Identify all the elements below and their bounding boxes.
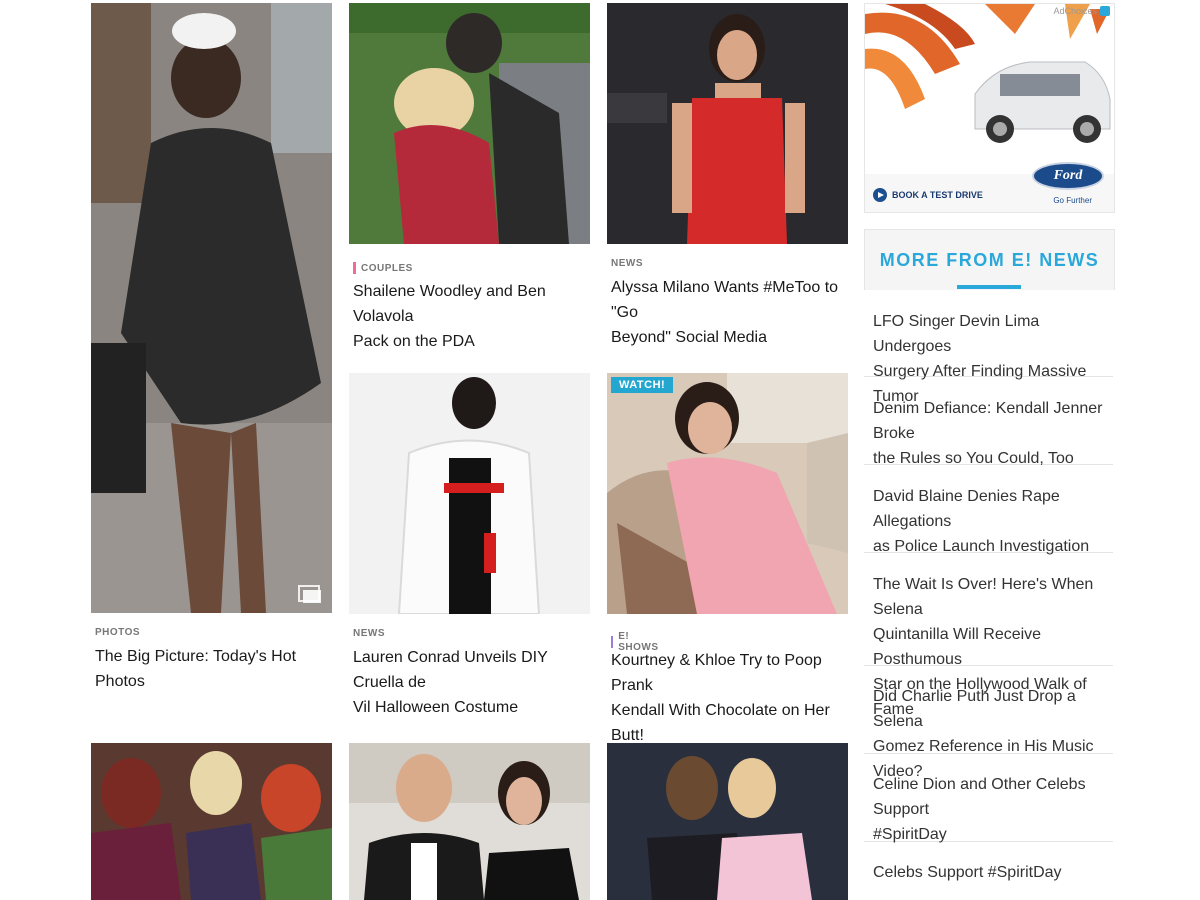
photo-placeholder	[91, 743, 332, 900]
story-photo[interactable]	[349, 373, 590, 614]
story-photo[interactable]: WATCH!	[607, 373, 848, 614]
story-headline[interactable]: The Big Picture: Today's Hot Photos	[95, 644, 330, 694]
story-photo-timberlake[interactable]	[349, 743, 590, 900]
photo-placeholder	[607, 3, 848, 244]
category-label: COUPLES	[353, 262, 413, 274]
more-from-title: MORE FROM E! NEWS	[879, 250, 1100, 270]
more-from-header: MORE FROM E! NEWS	[864, 229, 1115, 290]
sidebar-story-title: Celine Dion and Other Celebs Support #Spi…	[873, 776, 1086, 843]
ford-ad[interactable]: AdChoices BOOK A TEST DRIVE Ford Go Furt…	[864, 3, 1115, 213]
category-label: PHOTOS	[95, 627, 141, 638]
sidebar-story-link[interactable]: Denim Defiance: Kendall Jenner Broke the …	[864, 377, 1113, 467]
photo-placeholder	[349, 373, 590, 614]
sidebar-story-title: Denim Defiance: Kendall Jenner Broke the …	[873, 400, 1103, 467]
photo-placeholder	[607, 743, 848, 900]
photo-placeholder	[349, 3, 590, 244]
story-photo[interactable]	[349, 3, 590, 244]
category-label: NEWS	[353, 628, 385, 639]
sidebar-story-link[interactable]: The Wait Is Over! Here's When Selena Quin…	[864, 553, 1113, 718]
watch-badge: WATCH!	[611, 377, 674, 393]
sidebar-story-title: David Blaine Denies Rape Allegations as P…	[873, 488, 1090, 555]
sidebar-story-link[interactable]: Celine Dion and Other Celebs Support #Spi…	[864, 754, 1113, 843]
category-bar	[353, 262, 356, 274]
photo-placeholder	[607, 373, 848, 614]
sidebar-story-link[interactable]: Did Charlie Puth Just Drop a Selena Gomez…	[864, 666, 1113, 780]
category-bar	[611, 636, 614, 648]
adchoices-icon	[1100, 6, 1110, 16]
gallery-icon	[298, 585, 324, 605]
story-headline[interactable]: Shailene Woodley and Ben Volavola Pack on…	[353, 279, 588, 354]
photo-placeholder	[91, 3, 332, 613]
category-label: NEWS	[611, 258, 643, 269]
story-headline[interactable]: Kourtney & Khloe Try to Poop Prank Kendal…	[611, 648, 846, 748]
story-photo[interactable]	[91, 3, 332, 613]
ford-tagline: Go Further	[1053, 196, 1092, 205]
play-icon	[873, 188, 887, 202]
adchoices-label[interactable]: AdChoices	[1053, 6, 1110, 16]
photo-placeholder	[349, 743, 590, 900]
sidebar-story-title: Celebs Support #SpiritDay	[873, 864, 1062, 881]
story-photo-keith-nicole[interactable]	[607, 743, 848, 900]
sidebar-story-link[interactable]: LFO Singer Devin Lima Undergoes Surgery A…	[864, 289, 1113, 405]
story-photo[interactable]	[607, 3, 848, 244]
sidebar-story-link[interactable]: David Blaine Denies Rape Allegations as P…	[864, 465, 1113, 555]
sidebar-story-link[interactable]: Celebs Support #SpiritDay	[864, 842, 1113, 899]
story-headline[interactable]: Lauren Conrad Unveils DIY Cruella de Vil …	[353, 645, 588, 720]
book-test-drive-button[interactable]: BOOK A TEST DRIVE	[873, 188, 983, 202]
story-headline[interactable]: Alyssa Milano Wants #MeToo to "Go Beyond"…	[611, 275, 846, 350]
ford-logo: Ford	[1032, 162, 1104, 190]
story-photo-hocus-pocus[interactable]	[91, 743, 332, 900]
